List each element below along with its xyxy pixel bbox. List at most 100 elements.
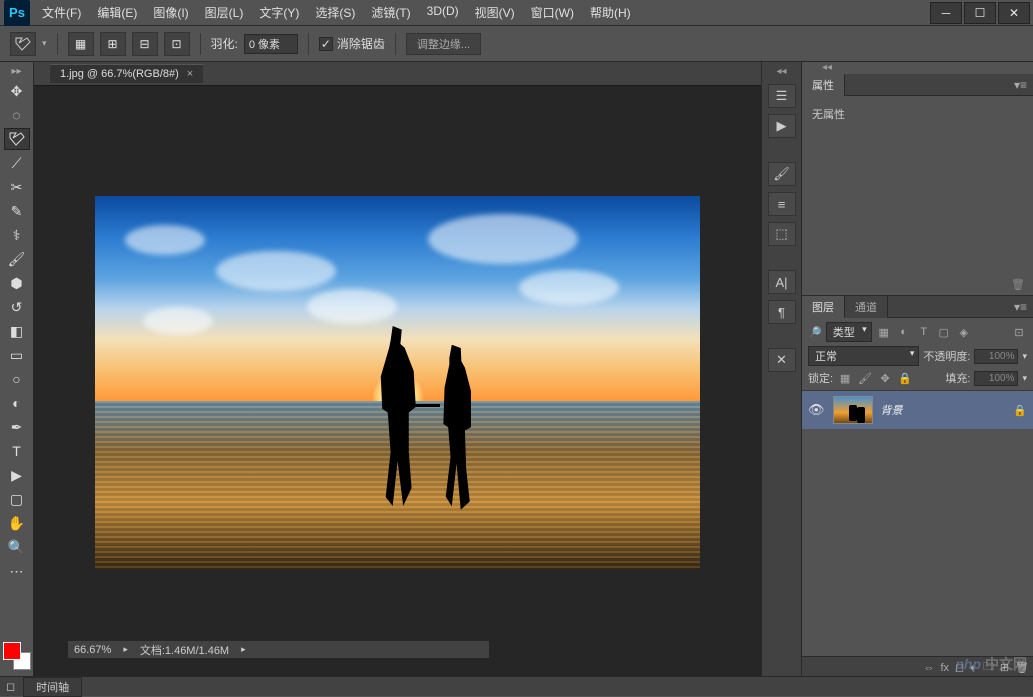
- brush-presets-panel-icon[interactable]: ≡: [768, 192, 796, 216]
- lasso-tool-icon[interactable]: [4, 128, 30, 150]
- timeline-tab[interactable]: 时间轴: [23, 677, 82, 697]
- foreground-color-swatch[interactable]: [3, 642, 21, 660]
- dropdown-caret-icon[interactable]: ▾: [42, 38, 47, 49]
- zoom-level[interactable]: 66.67%: [74, 644, 111, 656]
- filter-smart-icon[interactable]: ◈: [956, 324, 972, 340]
- link-layers-icon[interactable]: ⇔: [923, 662, 934, 674]
- shape-tool-icon[interactable]: ▢: [4, 488, 30, 510]
- layer-thumbnail[interactable]: [833, 396, 873, 424]
- layer-item-background[interactable]: 👁 背景 🔒: [802, 391, 1033, 429]
- eraser-tool-icon[interactable]: ◧: [4, 320, 30, 342]
- hand-tool-icon[interactable]: ✋: [4, 512, 30, 534]
- opacity-input[interactable]: 100%: [974, 349, 1018, 364]
- lock-icon[interactable]: 🔒: [1013, 404, 1027, 417]
- fill-caret-icon[interactable]: ▾: [1022, 373, 1027, 384]
- filter-toggle-icon[interactable]: ⊡: [1011, 324, 1027, 340]
- add-selection-icon[interactable]: ⊞: [100, 32, 126, 56]
- filter-type-icon[interactable]: T: [916, 324, 932, 340]
- document-tab[interactable]: 1.jpg @ 66.7%(RGB/8#) ×: [50, 64, 203, 83]
- trash-icon[interactable]: 🗑: [1011, 278, 1025, 291]
- lock-transparent-icon[interactable]: ▦: [837, 370, 853, 386]
- healing-tool-icon[interactable]: ⚕: [4, 224, 30, 246]
- edit-toolbar-icon[interactable]: ⋯: [4, 560, 30, 582]
- menu-3d[interactable]: 3D(D): [419, 0, 467, 25]
- tab-properties[interactable]: 属性: [802, 74, 845, 96]
- gradient-tool-icon[interactable]: ▭: [4, 344, 30, 366]
- antialias-checkbox[interactable]: ✓: [319, 37, 333, 51]
- blend-mode-dropdown[interactable]: 正常: [808, 346, 919, 366]
- strip-collapse-icon[interactable]: ◂◂: [764, 66, 800, 78]
- close-tab-icon[interactable]: ×: [187, 68, 193, 80]
- zoom-tool-icon[interactable]: 🔍: [4, 536, 30, 558]
- menu-edit[interactable]: 编辑(E): [89, 0, 145, 25]
- magic-wand-tool-icon[interactable]: ⟋: [4, 152, 30, 174]
- tool-presets-panel-icon[interactable]: ✕: [768, 348, 796, 372]
- lock-all-icon[interactable]: 🔒: [897, 370, 913, 386]
- menu-image[interactable]: 图像(I): [145, 0, 196, 25]
- sidebar-collapse-icon[interactable]: ▸▸: [2, 66, 32, 78]
- crop-tool-icon[interactable]: ✂: [4, 176, 30, 198]
- history-brush-tool-icon[interactable]: ↺: [4, 296, 30, 318]
- new-selection-icon[interactable]: ▦: [68, 32, 94, 56]
- type-tool-icon[interactable]: T: [4, 440, 30, 462]
- lock-position-icon[interactable]: ✥: [877, 370, 893, 386]
- menu-select[interactable]: 选择(S): [307, 0, 363, 25]
- menu-help[interactable]: 帮助(H): [582, 0, 639, 25]
- subtract-selection-icon[interactable]: ⊟: [132, 32, 158, 56]
- menu-filter[interactable]: 滤镜(T): [363, 0, 418, 25]
- filter-pixel-icon[interactable]: ▦: [876, 324, 892, 340]
- brush-panel-icon[interactable]: 🖌: [768, 162, 796, 186]
- fx-icon[interactable]: fx: [940, 662, 949, 674]
- quick-mask-icon[interactable]: ◻: [6, 680, 15, 693]
- window-controls: ─ ☐ ✕: [929, 2, 1031, 24]
- collapsed-panels-strip: ◂◂ ☰ ▶ 🖌 ≡ ⬚ A| ¶ ✕: [761, 62, 801, 678]
- zoom-caret-icon[interactable]: ▸: [123, 644, 128, 655]
- intersect-selection-icon[interactable]: ⊡: [164, 32, 190, 56]
- info-caret-icon[interactable]: ▸: [241, 644, 246, 655]
- dodge-tool-icon[interactable]: ◐: [4, 392, 30, 414]
- tab-channels[interactable]: 通道: [845, 296, 888, 318]
- feather-input[interactable]: [244, 34, 298, 54]
- menu-view[interactable]: 视图(V): [467, 0, 523, 25]
- maximize-button[interactable]: ☐: [964, 2, 996, 24]
- refine-edge-button[interactable]: 调整边缘...: [406, 33, 481, 55]
- history-panel-icon[interactable]: ☰: [768, 84, 796, 108]
- marquee-tool-icon[interactable]: ◌: [4, 104, 30, 126]
- menu-type[interactable]: 文字(Y): [251, 0, 307, 25]
- filter-adjust-icon[interactable]: ◐: [896, 324, 912, 340]
- path-select-tool-icon[interactable]: ▶: [4, 464, 30, 486]
- paragraph-panel-icon[interactable]: ¶: [768, 300, 796, 324]
- menu-file[interactable]: 文件(F): [34, 0, 89, 25]
- visibility-icon[interactable]: 👁: [808, 402, 825, 418]
- opacity-caret-icon[interactable]: ▾: [1022, 351, 1027, 362]
- eyedropper-tool-icon[interactable]: ✎: [4, 200, 30, 222]
- menu-window[interactable]: 窗口(W): [523, 0, 582, 25]
- color-swatches[interactable]: [3, 642, 31, 670]
- tool-preset-icon[interactable]: [10, 32, 36, 56]
- pen-tool-icon[interactable]: ✒: [4, 416, 30, 438]
- fill-input[interactable]: 100%: [974, 371, 1018, 386]
- lock-paint-icon[interactable]: 🖌: [857, 370, 873, 386]
- layers-controls: 🔎 类型 ▦ ◐ T ▢ ◈ ⊡ 正常 不透明度: 100% ▾ 锁定:: [802, 318, 1033, 391]
- character-panel-icon[interactable]: A|: [768, 270, 796, 294]
- menu-layer[interactable]: 图层(L): [197, 0, 252, 25]
- panels-collapse-icon[interactable]: ◂◂: [802, 62, 838, 74]
- layers-menu-icon[interactable]: ▾≡: [1008, 300, 1033, 314]
- layer-name[interactable]: 背景: [881, 402, 1006, 418]
- clone-source-panel-icon[interactable]: ⬚: [768, 222, 796, 246]
- canvas-viewport[interactable]: [34, 86, 761, 678]
- document-tab-title: 1.jpg @ 66.7%(RGB/8#): [60, 68, 179, 80]
- brush-tool-icon[interactable]: 🖌: [4, 248, 30, 270]
- filter-shape-icon[interactable]: ▢: [936, 324, 952, 340]
- filter-search-icon[interactable]: 🔎: [808, 326, 822, 339]
- tab-layers[interactable]: 图层: [802, 296, 845, 318]
- tool-sidebar: ▸▸ ✥ ◌ ⟋ ✂ ✎ ⚕ 🖌 ⬢ ↺ ◧ ▭ ○ ◐ ✒ T ▶ ▢ ✋ 🔍…: [0, 62, 34, 678]
- properties-menu-icon[interactable]: ▾≡: [1008, 78, 1033, 92]
- actions-panel-icon[interactable]: ▶: [768, 114, 796, 138]
- filter-type-dropdown[interactable]: 类型: [826, 322, 872, 342]
- blur-tool-icon[interactable]: ○: [4, 368, 30, 390]
- minimize-button[interactable]: ─: [930, 2, 962, 24]
- close-button[interactable]: ✕: [998, 2, 1030, 24]
- move-tool-icon[interactable]: ✥: [4, 80, 30, 102]
- stamp-tool-icon[interactable]: ⬢: [4, 272, 30, 294]
